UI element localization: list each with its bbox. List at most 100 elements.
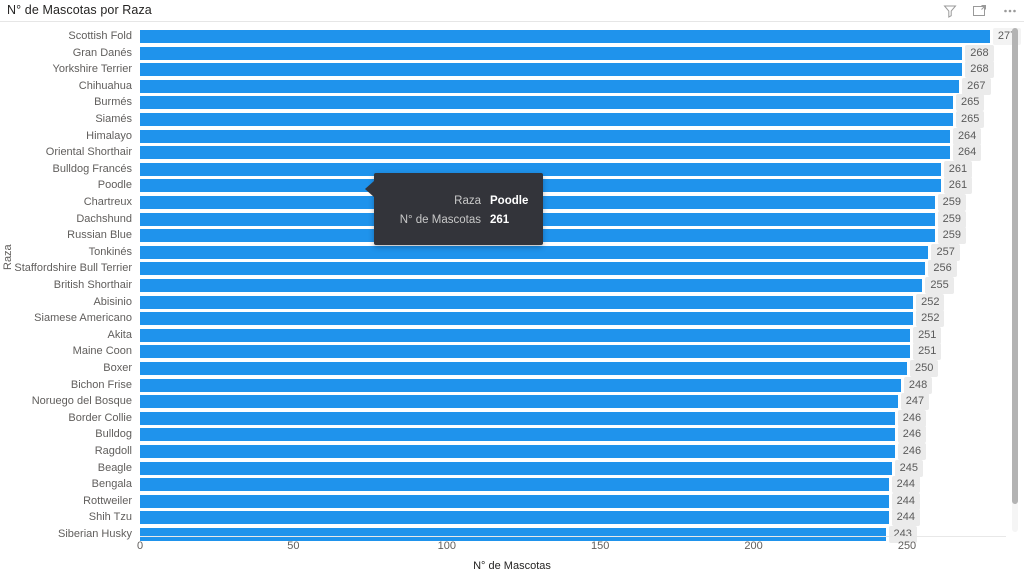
category-label[interactable]: Maine Coon — [73, 345, 132, 358]
focus-mode-icon[interactable] — [972, 3, 988, 19]
bar-chart-visual: N° de Mascotas por Raza Scottish Fold Gr… — [0, 0, 1024, 579]
category-label[interactable]: Bengala — [92, 478, 132, 491]
category-label[interactable]: Bichon Frise — [71, 379, 132, 392]
tooltip-arrow — [365, 181, 374, 197]
page-title: N° de Mascotas por Raza — [7, 3, 152, 17]
bar-value-label: 245 — [894, 459, 924, 477]
bar[interactable] — [140, 79, 960, 93]
bar[interactable] — [140, 30, 990, 43]
bar[interactable] — [140, 279, 923, 292]
bar[interactable] — [140, 63, 963, 77]
bar-value-label: 244 — [891, 492, 920, 510]
bar[interactable] — [140, 328, 911, 342]
bar[interactable] — [140, 46, 963, 60]
category-label[interactable]: Tonkinés — [89, 246, 132, 259]
category-label[interactable]: Yorkshire Terrier — [53, 63, 132, 76]
x-axis-tick-label: 50 — [287, 540, 300, 552]
plot-area: 277 268 268 267 265 265 264 264 261 261 259 259 259 2… — [140, 28, 1022, 543]
bar-value-label: 257 — [931, 243, 960, 261]
bar-value-label: 251 — [913, 343, 942, 361]
bar-value-label: 264 — [952, 127, 982, 145]
bar-value-label: 259 — [937, 227, 966, 245]
bar[interactable] — [140, 245, 929, 259]
x-axis-tick-label: 250 — [897, 540, 917, 552]
bar[interactable] — [140, 395, 898, 409]
bar-value-label: 259 — [937, 210, 966, 228]
bar-value-label: 246 — [897, 426, 927, 444]
tooltip-key: Raza — [454, 195, 481, 207]
visual-header: N° de Mascotas por Raza — [0, 0, 1024, 22]
category-label[interactable]: Shih Tzu — [89, 511, 132, 524]
bar-value-label: 244 — [891, 509, 920, 527]
category-label[interactable]: Burmés — [94, 96, 132, 109]
vertical-scrollbar-thumb[interactable] — [1012, 28, 1018, 504]
bar-value-label: 259 — [937, 194, 966, 211]
bar[interactable] — [140, 345, 911, 359]
more-options-icon[interactable] — [1002, 3, 1018, 19]
bar[interactable] — [140, 129, 950, 143]
category-axis: Scottish Fold Gran Danés Yorkshire Terrier… — [0, 28, 136, 540]
bar[interactable] — [140, 362, 907, 375]
category-label[interactable]: British Shorthair — [54, 279, 132, 292]
x-axis-tick-label: 150 — [591, 540, 610, 552]
category-label[interactable]: Staffordshire Bull Terrier — [14, 262, 132, 275]
bar[interactable] — [140, 478, 889, 492]
tooltip-value: Poodle — [490, 195, 529, 207]
bar-value-label: 246 — [897, 443, 927, 460]
bar[interactable] — [140, 494, 889, 508]
bar[interactable] — [140, 461, 892, 475]
bar-value-label: 252 — [916, 310, 945, 328]
category-label[interactable]: Beagle — [98, 462, 132, 475]
bar-value-label: 268 — [965, 44, 994, 62]
category-label[interactable]: Siberian Husky — [58, 528, 132, 541]
x-axis-line — [140, 536, 1006, 537]
bar[interactable] — [140, 262, 926, 276]
bar[interactable] — [140, 295, 914, 309]
value-axis: 0 50 100 150 200 250 — [137, 538, 1006, 556]
bar-value-label: 261 — [943, 160, 973, 178]
bar-value-label: 247 — [900, 393, 930, 411]
category-label[interactable]: Akita — [108, 329, 132, 342]
bar-value-label: 252 — [916, 293, 945, 311]
category-label[interactable]: Poodle — [98, 179, 132, 192]
tooltip-row: Raza Poodle — [374, 193, 543, 210]
category-label[interactable]: Siamés — [95, 113, 132, 126]
filter-icon[interactable] — [942, 3, 958, 19]
bar[interactable] — [140, 96, 954, 110]
bar-value-label: 267 — [962, 77, 991, 95]
bar-value-label: 251 — [913, 326, 942, 344]
category-label[interactable]: Gran Danés — [73, 47, 132, 60]
category-label[interactable]: Siamese Americano — [34, 312, 132, 325]
data-point-tooltip: Raza Poodle N° de Mascotas 261 — [365, 173, 543, 245]
category-label[interactable]: Noruego del Bosque — [32, 395, 132, 408]
bar[interactable] — [140, 312, 914, 326]
bar-value-label: 256 — [928, 260, 957, 278]
category-label[interactable]: Russian Blue — [67, 229, 132, 242]
bar-value-label: 261 — [943, 177, 973, 195]
category-label[interactable]: Boxer — [103, 362, 132, 375]
x-axis-tick-label: 200 — [744, 540, 763, 552]
category-label[interactable]: Border Collie — [68, 412, 132, 425]
vertical-scrollbar[interactable] — [1012, 28, 1018, 532]
category-label[interactable]: Oriental Shorthair — [46, 146, 132, 159]
bar-value-label: 244 — [891, 476, 920, 494]
category-label[interactable]: Bulldog Francés — [53, 163, 133, 176]
bar-value-label: 265 — [956, 111, 985, 128]
bar[interactable] — [140, 445, 895, 458]
category-label[interactable]: Chihuahua — [79, 80, 132, 93]
category-label[interactable]: Himalayo — [86, 130, 132, 143]
category-label[interactable]: Dachshund — [76, 213, 132, 226]
bar[interactable] — [140, 511, 889, 525]
bar[interactable] — [140, 428, 895, 442]
bar[interactable] — [140, 146, 950, 160]
category-label[interactable]: Ragdoll — [95, 445, 132, 458]
category-label[interactable]: Rottweiler — [83, 495, 132, 508]
bar-value-label: 246 — [897, 409, 927, 427]
bar[interactable] — [140, 411, 895, 425]
bar[interactable] — [140, 113, 954, 126]
category-label[interactable]: Abisinio — [93, 296, 132, 309]
bar[interactable] — [140, 378, 901, 392]
category-label[interactable]: Chartreux — [84, 196, 132, 209]
category-label[interactable]: Scottish Fold — [68, 30, 132, 43]
category-label[interactable]: Bulldog — [95, 428, 132, 441]
